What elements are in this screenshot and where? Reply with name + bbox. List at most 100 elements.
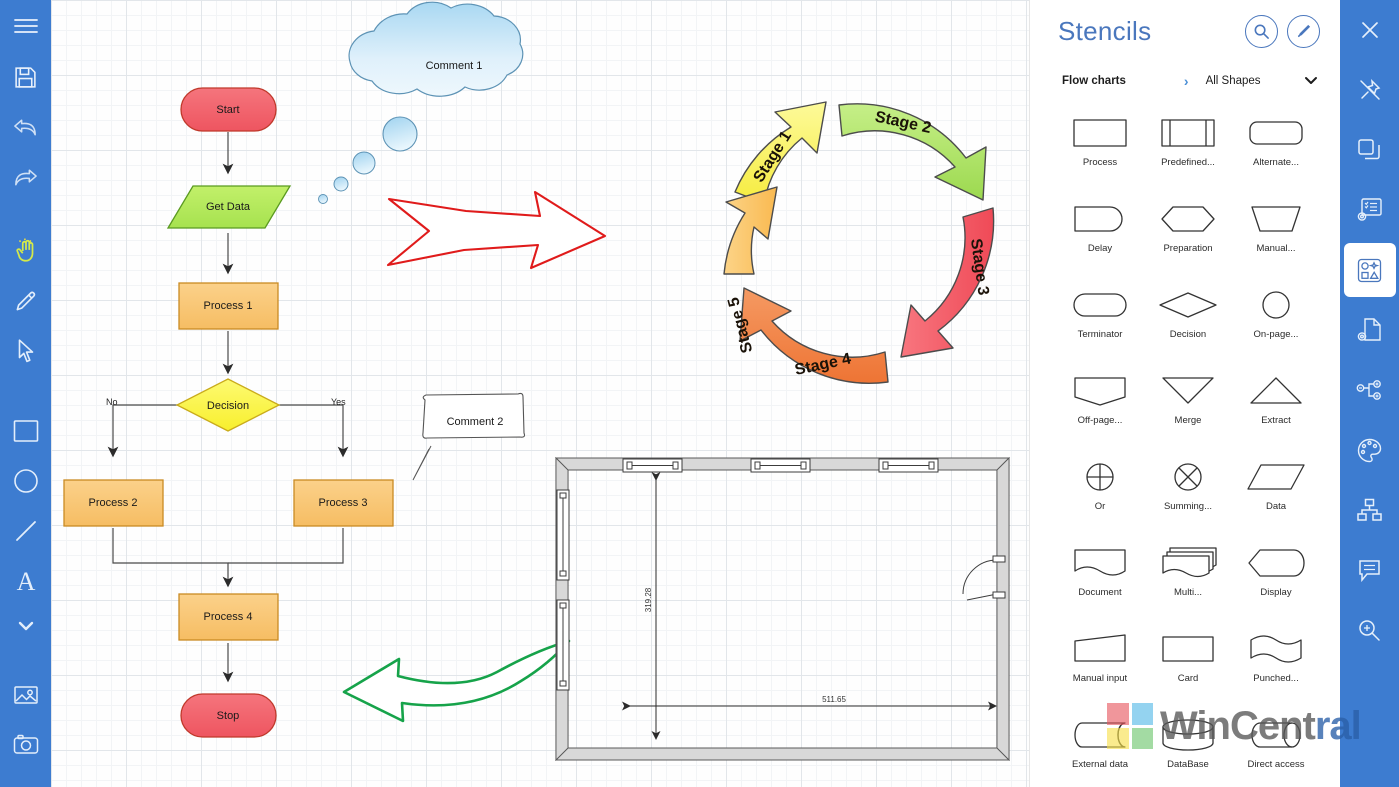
hierarchy-icon[interactable]: [1340, 360, 1399, 420]
green-arrow-annotation[interactable]: [342, 639, 571, 723]
stencil-item[interactable]: Merge: [1144, 364, 1232, 448]
flowchart-node-process4[interactable]: Process 4: [178, 593, 279, 641]
application-window: A No Yes Start Get Data Process 1 Decisi…: [0, 0, 1399, 787]
cycle-stage-2[interactable]: Stage 2: [838, 103, 987, 201]
shapes-panel-icon[interactable]: [1343, 243, 1396, 297]
stencil-item[interactable]: Terminator: [1056, 278, 1144, 362]
stencil-item[interactable]: Off-page...: [1056, 364, 1144, 448]
stencil-item-label: Extract: [1261, 415, 1291, 426]
pen-tool-icon[interactable]: [0, 276, 51, 326]
text-tool-icon[interactable]: A: [0, 556, 51, 606]
line-tool-icon[interactable]: [0, 506, 51, 556]
comment-icon[interactable]: [1340, 540, 1399, 600]
stencil-item-label: Decision: [1169, 329, 1207, 340]
stencil-item[interactable]: DataBase: [1144, 708, 1232, 787]
stencil-item[interactable]: Manual input: [1056, 622, 1144, 706]
comment-2-text: Comment 2: [447, 416, 504, 428]
left-toolbar: A: [0, 0, 51, 787]
zoom-icon[interactable]: [1340, 600, 1399, 660]
stencil-shape-preview-icon: [1056, 622, 1144, 676]
stencil-item-label: Predefined...: [1161, 157, 1215, 168]
org-chart-icon[interactable]: [1340, 480, 1399, 540]
select-tool-icon[interactable]: [0, 326, 51, 376]
rectangle-tool-icon[interactable]: [0, 406, 51, 456]
insert-image-icon[interactable]: [0, 670, 51, 720]
unpin-icon[interactable]: [1340, 60, 1399, 120]
node-label-process2: Process 2: [89, 497, 138, 509]
flowchart-node-start[interactable]: Start: [180, 87, 277, 132]
stencil-item-label: Off-page...: [1077, 415, 1123, 426]
stencil-item-label: Manual input: [1072, 673, 1128, 684]
stencil-shape-preview-icon: [1144, 536, 1232, 590]
camera-icon[interactable]: [0, 720, 51, 770]
stencil-item[interactable]: Preparation: [1144, 192, 1232, 276]
flowchart-node-process3[interactable]: Process 3: [293, 479, 394, 527]
breadcrumb-category[interactable]: Flow charts: [1062, 75, 1126, 87]
floor-plan[interactable]: 319.28 511.65: [554, 456, 1011, 762]
cycle-stage-1[interactable]: Stage 1: [734, 101, 827, 204]
stencil-item-label: Alternate...: [1253, 157, 1299, 168]
stencil-shape-preview-icon: [1232, 364, 1320, 418]
stencil-item[interactable]: Or: [1056, 450, 1144, 534]
properties-list-icon[interactable]: [1340, 180, 1399, 240]
palette-icon[interactable]: [1340, 420, 1399, 480]
stencil-item[interactable]: Direct access: [1232, 708, 1320, 787]
flowchart-node-process2[interactable]: Process 2: [63, 479, 164, 527]
thought-bubble-small: [333, 176, 349, 192]
stencil-item[interactable]: Process: [1056, 106, 1144, 190]
stencil-item[interactable]: Summing...: [1144, 450, 1232, 534]
flowchart-node-getdata[interactable]: Get Data: [166, 185, 292, 229]
flowchart-node-decision[interactable]: Decision: [175, 378, 281, 432]
stencil-item[interactable]: Predefined...: [1144, 106, 1232, 190]
stencil-shape-preview-icon: [1056, 106, 1144, 160]
ellipse-tool-icon[interactable]: [0, 456, 51, 506]
stencil-item[interactable]: Document: [1056, 536, 1144, 620]
thought-bubble-tiny: [318, 194, 328, 204]
stencil-item[interactable]: Multi...: [1144, 536, 1232, 620]
stencil-item[interactable]: Delay: [1056, 192, 1144, 276]
pencil-icon[interactable]: [1287, 14, 1320, 48]
cycle-stage-3[interactable]: Stage 3: [900, 207, 995, 358]
close-icon[interactable]: [1340, 0, 1399, 60]
menu-icon[interactable]: [0, 0, 51, 52]
hand-tool-icon[interactable]: [0, 226, 51, 276]
red-arrow-annotation[interactable]: [386, 190, 607, 270]
stencil-item[interactable]: Card: [1144, 622, 1232, 706]
stencil-item[interactable]: External data: [1056, 708, 1144, 787]
stencil-item-label: Data: [1265, 501, 1287, 512]
stencil-item[interactable]: Punched...: [1232, 622, 1320, 706]
flowchart-node-stop[interactable]: Stop: [180, 693, 277, 738]
save-icon[interactable]: [0, 52, 51, 102]
breadcrumb-filter[interactable]: All Shapes: [1206, 75, 1261, 87]
diagram-canvas[interactable]: No Yes Start Get Data Process 1 Decision: [51, 0, 1029, 787]
flowchart-node-process1[interactable]: Process 1: [178, 282, 279, 330]
node-label-getdata: Get Data: [206, 201, 251, 213]
stencil-shape-preview-icon: [1232, 450, 1320, 504]
stencil-shape-preview-icon: [1144, 450, 1232, 504]
stencil-item[interactable]: Alternate...: [1232, 106, 1320, 190]
layers-icon[interactable]: [1340, 120, 1399, 180]
comment-speech-callout[interactable]: Comment 2: [412, 392, 526, 481]
stencils-panel: Stencils Flow charts › All Shapes Proces…: [1029, 0, 1340, 787]
cycle-stage-4[interactable]: Stage 4: [739, 287, 889, 384]
stencil-item[interactable]: Display: [1232, 536, 1320, 620]
stencil-item[interactable]: Decision: [1144, 278, 1232, 362]
floorplan-dimension-vertical: 319.28: [644, 587, 653, 612]
undo-icon[interactable]: [0, 102, 51, 152]
cycle-diagram[interactable]: Stage 1 Stage 2 Stage 3 Stage 4 Stage 5: [723, 101, 995, 384]
stencil-item-label: Process: [1082, 157, 1118, 168]
stencil-shape-preview-icon: [1056, 450, 1144, 504]
redo-icon[interactable]: [0, 152, 51, 202]
stencil-item[interactable]: On-page...: [1232, 278, 1320, 362]
document-settings-icon[interactable]: [1340, 300, 1399, 360]
search-icon[interactable]: [1245, 14, 1278, 48]
stencil-item-label: Merge: [1174, 415, 1202, 426]
node-label-process3: Process 3: [319, 497, 368, 509]
comment-thought-cloud[interactable]: Comment 1: [318, 1, 524, 204]
stencil-item[interactable]: Extract: [1232, 364, 1320, 448]
comment-1-text: Comment 1: [426, 60, 483, 72]
more-tools-chevron-icon[interactable]: [0, 606, 51, 646]
chevron-down-icon[interactable]: [1304, 74, 1318, 88]
stencil-item[interactable]: Data: [1232, 450, 1320, 534]
stencil-item[interactable]: Manual...: [1232, 192, 1320, 276]
